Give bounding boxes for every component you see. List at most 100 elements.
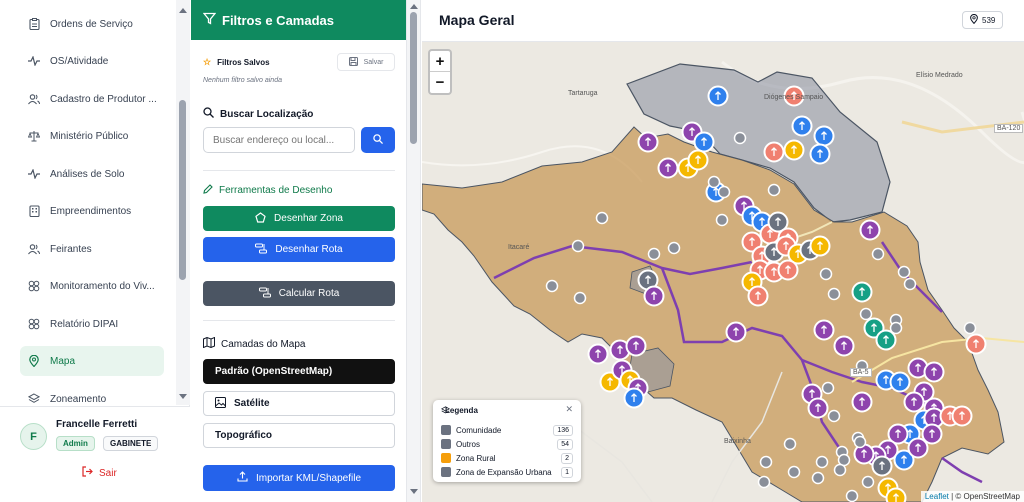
- map-dot-marker[interactable]: [545, 279, 559, 293]
- layer-option-satellite[interactable]: Satélite: [203, 391, 395, 416]
- map-marker-blue[interactable]: [809, 143, 831, 165]
- map-canvas[interactable]: + − Tartaruga Diógenes Sampaio Elísio Me…: [422, 42, 1024, 502]
- osm-link[interactable]: OpenStreetMap: [964, 492, 1020, 501]
- map-dot-marker[interactable]: [815, 455, 829, 469]
- map-dot-marker[interactable]: [667, 241, 681, 255]
- map-dot-marker[interactable]: [715, 213, 729, 227]
- map-dot-marker[interactable]: [889, 321, 903, 335]
- scroll-up-arrow-icon[interactable]: [410, 4, 418, 9]
- sidebar-item-os-atividade[interactable]: OS/Atividade: [20, 46, 164, 76]
- map-dot-marker[interactable]: [821, 381, 835, 395]
- panel-scroll-thumb[interactable]: [410, 12, 417, 144]
- map-marker-yellow[interactable]: [885, 487, 907, 502]
- map-marker-gray[interactable]: [871, 455, 893, 477]
- sidebar-item-analises-solo[interactable]: Análises de Solo: [20, 159, 164, 189]
- map-marker-salmon[interactable]: [777, 259, 799, 281]
- scroll-down-arrow-icon[interactable]: [179, 394, 187, 399]
- map-dot-marker[interactable]: [853, 435, 867, 449]
- map-dot-marker[interactable]: [767, 183, 781, 197]
- avatar[interactable]: F: [20, 423, 47, 450]
- map-marker-blue[interactable]: [791, 115, 813, 137]
- map-dot-marker[interactable]: [963, 321, 977, 335]
- sidebar-item-zoneamento[interactable]: Zoneamento: [20, 384, 164, 405]
- map-dot-marker[interactable]: [819, 267, 833, 281]
- leaflet-link[interactable]: Leaflet: [925, 492, 949, 501]
- map-marker-purple[interactable]: [643, 285, 665, 307]
- map-dot-marker[interactable]: [811, 471, 825, 485]
- map-dot-marker[interactable]: [571, 239, 585, 253]
- scroll-down-arrow-icon[interactable]: [410, 489, 418, 494]
- map-marker-purple[interactable]: [833, 335, 855, 357]
- map-marker-purple[interactable]: [725, 321, 747, 343]
- map-marker-purple[interactable]: [859, 219, 881, 241]
- legend-close-icon[interactable]: ✕: [565, 404, 573, 415]
- zoom-in-button[interactable]: +: [430, 51, 450, 72]
- map-dot-marker[interactable]: [707, 175, 721, 189]
- map-dot-marker[interactable]: [595, 211, 609, 225]
- map-marker-salmon[interactable]: [763, 141, 785, 163]
- sidebar-item-empreendimentos[interactable]: Empreendimentos: [20, 196, 164, 226]
- save-filter-button[interactable]: Salvar: [337, 53, 395, 71]
- map-dot-marker[interactable]: [859, 307, 873, 321]
- import-kml-button[interactable]: Importar KML/Shapefile: [203, 465, 395, 491]
- zoom-out-button[interactable]: −: [430, 72, 450, 93]
- sidebar-item-cadastro-produtor[interactable]: Cadastro de Produtor ...: [20, 84, 164, 114]
- map-marker-yellow[interactable]: [783, 139, 805, 161]
- map-marker-purple[interactable]: [637, 131, 659, 153]
- map-dot-marker[interactable]: [897, 265, 911, 279]
- map-marker-blue[interactable]: [693, 131, 715, 153]
- map-marker-yellow[interactable]: [809, 235, 831, 257]
- map-marker-teal[interactable]: [851, 281, 873, 303]
- sidebar-scrollbar[interactable]: [176, 0, 190, 405]
- sidebar-item-ordens-servico[interactable]: Ordens de Serviço: [20, 9, 164, 39]
- map-marker-purple[interactable]: [625, 335, 647, 357]
- scroll-up-arrow-icon[interactable]: [179, 8, 187, 13]
- map-marker-purple[interactable]: [807, 397, 829, 419]
- panel-scrollbar[interactable]: [407, 0, 421, 502]
- location-search-input[interactable]: [203, 127, 355, 153]
- map-marker-purple[interactable]: [903, 391, 925, 413]
- map-dot-marker[interactable]: [787, 465, 801, 479]
- map-dot-marker[interactable]: [871, 247, 885, 261]
- search-button[interactable]: [361, 127, 395, 153]
- map-dot-marker[interactable]: [759, 455, 773, 469]
- sidebar-scroll-thumb[interactable]: [179, 100, 186, 280]
- map-dot-marker[interactable]: [903, 277, 917, 291]
- map-marker-purple[interactable]: [657, 157, 679, 179]
- map-marker-purple[interactable]: [851, 391, 873, 413]
- map-marker-teal[interactable]: [875, 329, 897, 351]
- map-marker-blue[interactable]: [889, 371, 911, 393]
- layer-option-standard[interactable]: Padrão (OpenStreetMap): [203, 359, 395, 384]
- map-dot-marker[interactable]: [717, 185, 731, 199]
- map-dot-marker[interactable]: [733, 131, 747, 145]
- map-marker-salmon[interactable]: [965, 333, 987, 355]
- logout-button[interactable]: Sair: [82, 466, 117, 480]
- map-dot-marker[interactable]: [827, 287, 841, 301]
- map-marker-blue[interactable]: [623, 387, 645, 409]
- map-dot-marker[interactable]: [573, 291, 587, 305]
- sidebar-item-ministerio-publico[interactable]: Ministério Público: [20, 121, 164, 151]
- sidebar-item-mapa[interactable]: Mapa: [20, 346, 164, 376]
- map-dot-marker[interactable]: [647, 247, 661, 261]
- layer-option-topographic[interactable]: Topográfico: [203, 423, 395, 448]
- map-dot-marker[interactable]: [833, 463, 847, 477]
- map-marker-salmon[interactable]: [951, 405, 973, 427]
- map-marker-yellow[interactable]: [687, 149, 709, 171]
- draw-zone-button[interactable]: Desenhar Zona: [203, 206, 395, 231]
- sidebar-item-feirantes[interactable]: Feirantes: [20, 234, 164, 264]
- map-marker-purple[interactable]: [907, 437, 929, 459]
- sidebar-item-monitoramento[interactable]: Monitoramento do Viv...: [20, 271, 164, 301]
- calculate-route-button[interactable]: Calcular Rota: [203, 281, 395, 306]
- map-dot-marker[interactable]: [827, 409, 841, 423]
- draw-route-button[interactable]: Desenhar Rota: [203, 237, 395, 262]
- map-marker-purple[interactable]: [587, 343, 609, 365]
- map-dot-marker[interactable]: [757, 475, 771, 489]
- map-marker-blue[interactable]: [707, 85, 729, 107]
- map-marker-purple[interactable]: [923, 361, 945, 383]
- map-marker-salmon[interactable]: [747, 285, 769, 307]
- sidebar-item-relatorio-dipai[interactable]: Relatório DIPAI: [20, 309, 164, 339]
- map-marker-blue[interactable]: [813, 125, 835, 147]
- map-marker-purple[interactable]: [813, 319, 835, 341]
- map-dot-marker[interactable]: [861, 475, 875, 489]
- map-dot-marker[interactable]: [845, 489, 859, 502]
